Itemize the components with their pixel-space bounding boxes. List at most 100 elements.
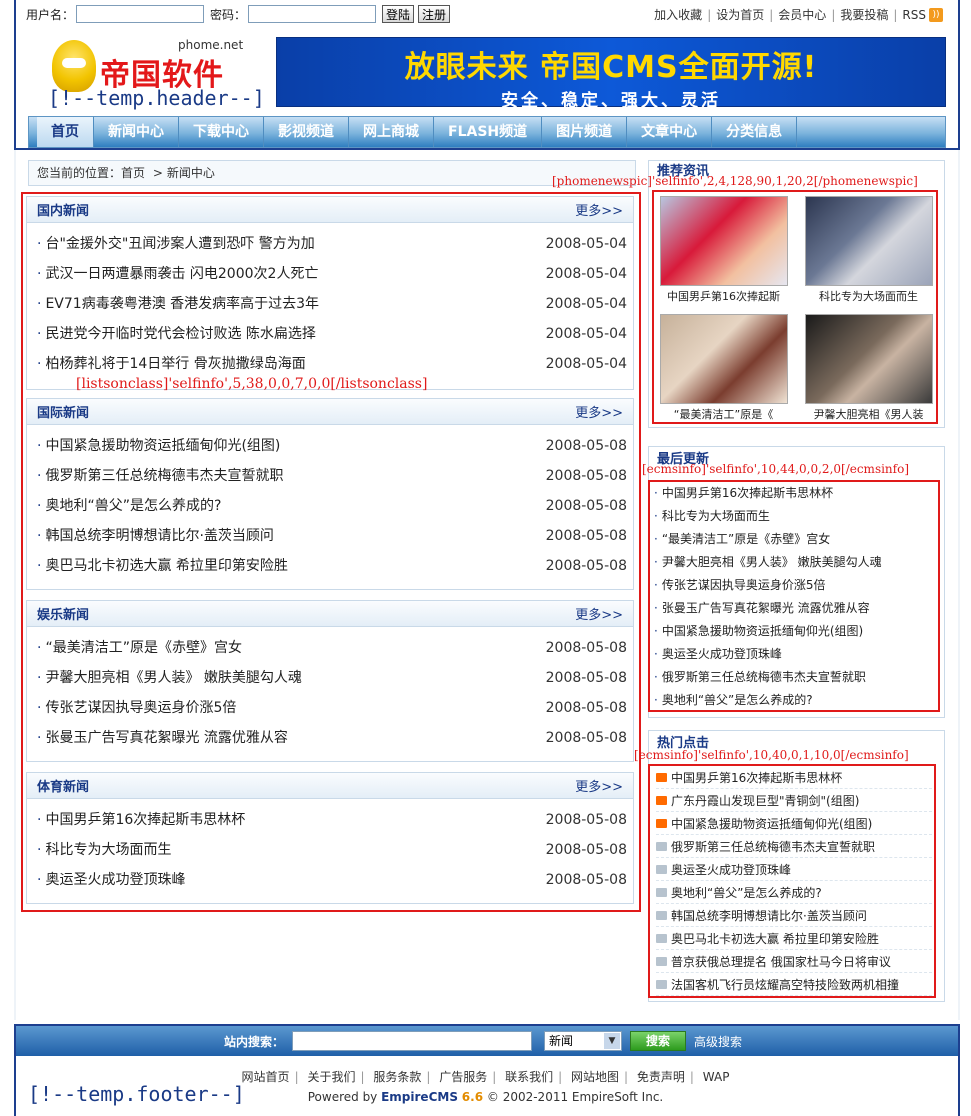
advanced-search-link[interactable]: 高级搜索 <box>694 1033 742 1050</box>
section-title[interactable]: 体育新闻 <box>37 776 89 795</box>
list-item[interactable]: 普京获俄总理提名 俄国家杜马今日将审议 <box>656 950 932 973</box>
nav-news[interactable]: 新闻中心 <box>94 117 179 147</box>
link-favorite[interactable]: 加入收藏 <box>654 6 702 23</box>
nav-article[interactable]: 文章中心 <box>627 117 713 147</box>
breadcrumb-home[interactable]: 首页 <box>121 166 145 180</box>
list-item[interactable]: 俄罗斯第三任总统梅德韦杰夫宣誓就职 <box>654 666 882 689</box>
section-title[interactable]: 娱乐新闻 <box>37 604 89 623</box>
search-input[interactable] <box>292 1031 533 1051</box>
nav-classified[interactable]: 分类信息 <box>712 117 798 147</box>
link-member[interactable]: 会员中心 <box>778 6 826 23</box>
more-link[interactable]: 更多>> <box>575 402 623 421</box>
link-homepage[interactable]: 设为首页 <box>716 6 764 23</box>
list-item[interactable]: 中国男乒第16次捧起斯韦思林杯2008-05-08 <box>37 805 627 835</box>
list-item[interactable]: 张曼玉广告写真花絮曝光 流露优雅从容2008-05-08 <box>37 723 627 753</box>
list-item[interactable]: 奥地利“兽父”是怎么养成的?2008-05-08 <box>37 491 627 521</box>
list-item[interactable]: 中国男乒第16次捧起斯韦思林杯 <box>656 766 932 789</box>
news-photo[interactable] <box>659 314 788 404</box>
banner-tagline: 安全、稳定、强大、灵活 <box>501 91 721 111</box>
list-item[interactable]: 俄罗斯第三任总统梅德韦杰夫宣誓就职2008-05-08 <box>37 461 627 491</box>
nav-shop[interactable]: 网上商城 <box>349 117 434 147</box>
footer-link[interactable]: 服务条款 <box>373 1070 421 1084</box>
list-item[interactable]: EV71病毒袭粤港澳 香港发病率高于过去3年2008-05-04 <box>37 289 627 319</box>
list-item[interactable]: 中国紧急援助物资运抵缅甸仰光(组图) <box>654 620 882 643</box>
nav-download[interactable]: 下载中心 <box>179 117 264 147</box>
search-category-select[interactable]: 新闻 ▼ <box>544 1031 623 1051</box>
list-item[interactable]: 法国客机飞行员炫耀高空特技险致两机相撞 <box>656 973 932 996</box>
footer-link[interactable]: 联系我们 <box>505 1070 553 1084</box>
list-item[interactable]: 武汉一日两遭暴雨袭击 闪电2000次2人死亡2008-05-04 <box>37 259 627 289</box>
list-item[interactable]: 台"金援外交"丑闻涉案人遭到恐吓 警方为加2008-05-04 <box>37 229 627 259</box>
list-item[interactable]: 民进党今开临时党代会检讨败选 陈水扁选择2008-05-04 <box>37 319 627 349</box>
pic-item[interactable]: 尹馨大胆亮相《男人装 <box>803 314 934 422</box>
pic-caption[interactable]: 科比专为大场面而生 <box>819 290 918 303</box>
chevron-down-icon[interactable]: ▼ <box>604 1033 621 1049</box>
nav-home[interactable]: 首页 <box>37 117 94 147</box>
news-photo[interactable] <box>804 314 933 404</box>
pic-caption[interactable]: 尹馨大胆亮相《男人装 <box>814 408 924 421</box>
list-item[interactable]: 韩国总统李明博想请比尔·盖茨当顾问 <box>656 904 932 927</box>
footer-link[interactable]: 关于我们 <box>307 1070 355 1084</box>
pic-item[interactable]: “最美清洁工”原是《 <box>658 314 789 422</box>
list-item[interactable]: “最美清洁工”原是《赤壁》宫女 <box>654 528 882 551</box>
list-item[interactable]: 张曼玉广告写真花絮曝光 流露优雅从容 <box>654 597 882 620</box>
list-item[interactable]: 广东丹霞山发现巨型"青铜剑"(组图) <box>656 789 932 812</box>
list-item[interactable]: 尹馨大胆亮相《男人装》 嫩肤美腿勾人魂2008-05-08 <box>37 663 627 693</box>
section-title[interactable]: 国内新闻 <box>37 200 89 219</box>
list-item[interactable]: 中国男乒第16次捧起斯韦思林杯 <box>654 482 882 505</box>
footer-link[interactable]: 网站首页 <box>242 1070 290 1084</box>
list-item[interactable]: 奥地利“兽父”是怎么养成的? <box>656 881 932 904</box>
news-section-sports: 体育新闻 更多>> 中国男乒第16次捧起斯韦思林杯2008-05-08 科比专为… <box>26 772 634 904</box>
list-item[interactable]: 奥运圣火成功登顶珠峰 <box>656 858 932 881</box>
list-item[interactable]: 中国紧急援助物资运抵缅甸仰光(组图) <box>656 812 932 835</box>
nav-movie[interactable]: 影视频道 <box>264 117 349 147</box>
list-item[interactable]: 奥运圣火成功登顶珠峰 <box>654 643 882 666</box>
username-input[interactable] <box>76 5 205 23</box>
news-photo[interactable] <box>659 196 788 286</box>
section-title[interactable]: 国际新闻 <box>37 402 89 421</box>
breadcrumb-current[interactable]: 新闻中心 <box>167 166 215 180</box>
password-input[interactable] <box>248 5 377 23</box>
list-item[interactable]: 传张艺谋因执导奥运身价涨5倍2008-05-08 <box>37 693 627 723</box>
more-link[interactable]: 更多>> <box>575 776 623 795</box>
more-link[interactable]: 更多>> <box>575 200 623 219</box>
more-link[interactable]: 更多>> <box>575 604 623 623</box>
list-item[interactable]: 科比专为大场面而生 <box>654 505 882 528</box>
list-item[interactable]: “最美清洁工”原是《赤壁》宫女2008-05-08 <box>37 633 627 663</box>
nav-photo[interactable]: 图片频道 <box>542 117 628 147</box>
footer-link[interactable]: WAP <box>703 1070 730 1084</box>
list-item[interactable]: 尹馨大胆亮相《男人装》 嫩肤美腿勾人魂 <box>654 551 882 574</box>
rank-icon <box>656 841 667 851</box>
footer-link[interactable]: 免责声明 <box>637 1070 685 1084</box>
section-header: 体育新闻 更多>> <box>27 773 633 799</box>
section-header: 娱乐新闻 更多>> <box>27 601 633 627</box>
footer-link[interactable]: 网站地图 <box>571 1070 619 1084</box>
list-item[interactable]: 韩国总统李明博想请比尔·盖茨当顾问2008-05-08 <box>37 521 627 551</box>
news-photo[interactable] <box>804 196 933 286</box>
pic-caption[interactable]: “最美清洁工”原是《 <box>674 408 773 421</box>
link-submit[interactable]: 我要投稿 <box>840 6 888 23</box>
pic-item[interactable]: 科比专为大场面而生 <box>803 196 934 304</box>
footer-link[interactable]: 广告服务 <box>439 1070 487 1084</box>
pic-caption[interactable]: 中国男乒第16次捧起斯 <box>667 290 780 303</box>
list-item[interactable]: 奥地利“兽父”是怎么养成的? <box>654 689 882 712</box>
list-item[interactable]: 俄罗斯第三任总统梅德韦杰夫宣誓就职 <box>656 835 932 858</box>
list-item[interactable]: 中国紧急援助物资运抵缅甸仰光(组图)2008-05-08 <box>37 431 627 461</box>
nav-flash[interactable]: FLASH频道 <box>434 117 543 147</box>
login-button[interactable]: 登陆 <box>382 5 415 23</box>
phomenewspic-tag: [phomenewspic]'selfinfo',2,4,128,90,1,20… <box>552 174 918 188</box>
rss-icon[interactable]: )) <box>929 7 943 22</box>
news-section-international: 国际新闻 更多>> 中国紧急援助物资运抵缅甸仰光(组图)2008-05-08 俄… <box>26 398 634 590</box>
list-item[interactable]: 传张艺谋因执导奥运身价涨5倍 <box>654 574 882 597</box>
list-item[interactable]: 柏杨葬礼将于14日举行 骨灰抛撒绿岛海面2008-05-04 <box>37 349 627 379</box>
empirecms-link[interactable]: EmpireCMS <box>381 1090 458 1104</box>
banner-ad[interactable]: 放眼未来 帝国CMS全面开源! 安全、稳定、强大、灵活 <box>276 37 946 111</box>
list-item[interactable]: 奥巴马北卡初选大赢 希拉里印第安险胜 <box>656 927 932 950</box>
list-item[interactable]: 奥巴马北卡初选大赢 希拉里印第安险胜2008-05-08 <box>37 551 627 581</box>
list-item[interactable]: 科比专为大场面而生2008-05-08 <box>37 835 627 865</box>
search-button[interactable]: 搜索 <box>630 1031 687 1051</box>
list-item[interactable]: 奥运圣火成功登顶珠峰2008-05-08 <box>37 865 627 895</box>
pic-item[interactable]: 中国男乒第16次捧起斯 <box>658 196 789 304</box>
register-button[interactable]: 注册 <box>418 5 451 23</box>
link-rss[interactable]: RSS <box>902 8 926 22</box>
